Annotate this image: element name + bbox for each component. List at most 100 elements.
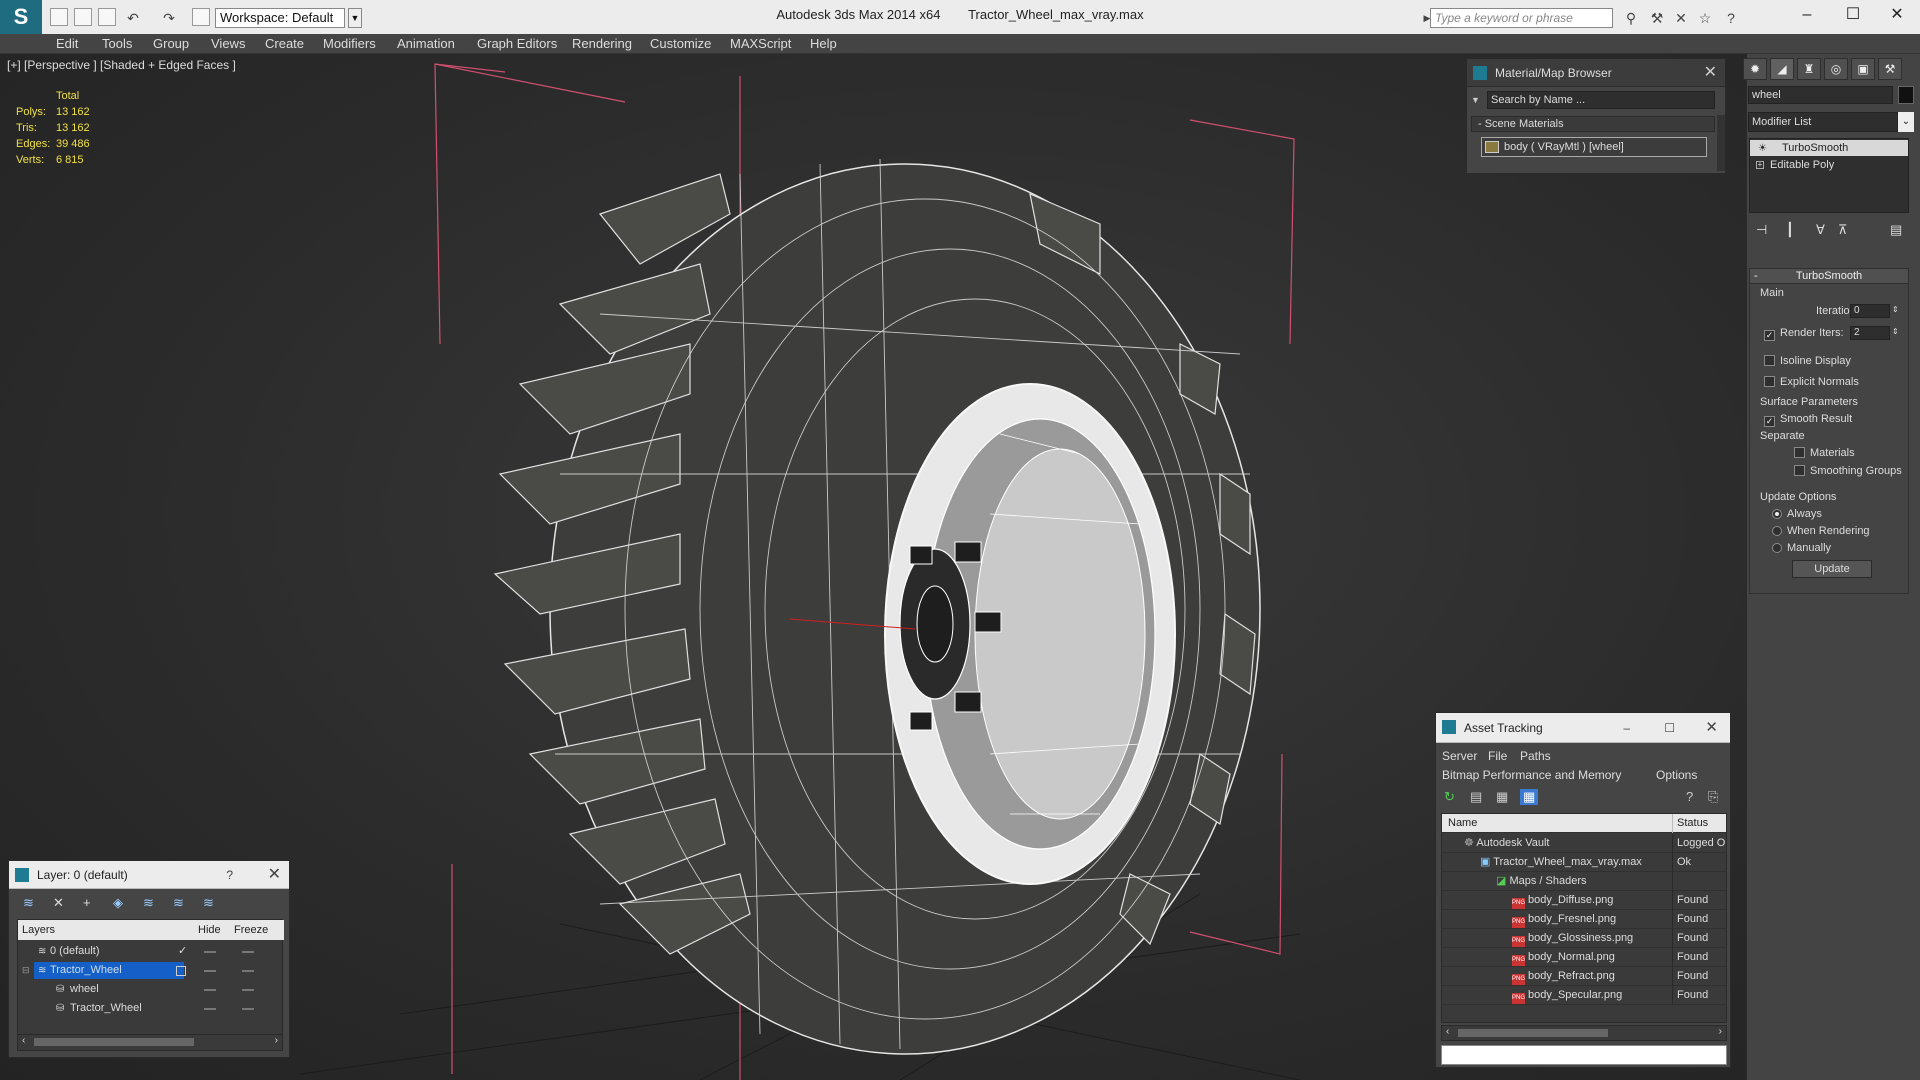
menu-server[interactable]: Server (1442, 749, 1477, 763)
table-row[interactable]: ☸ Autodesk Vault Logged O (1442, 834, 1726, 853)
material-item[interactable]: body ( VRayMtl ) [wheel] (1481, 137, 1707, 157)
asset-path-field[interactable] (1441, 1045, 1727, 1065)
collapse-icon[interactable]: ⊟ (22, 961, 30, 980)
material-search-input[interactable]: Search by Name ... (1487, 91, 1715, 109)
separate-smoothing-row[interactable]: Smoothing Groups (1794, 464, 1902, 478)
render-iters-spinner[interactable]: 2 (1850, 326, 1890, 340)
material-browser-titlebar[interactable]: Material/Map Browser ✕ (1467, 59, 1725, 87)
table-row[interactable]: PNG body_Specular.png Found (1442, 986, 1726, 1005)
separate-materials-row[interactable]: Materials (1794, 446, 1855, 460)
layers-icon[interactable]: ≋ (23, 895, 34, 911)
update-manually-row[interactable]: Manually (1772, 541, 1831, 555)
layer-row[interactable]: ⊟ ≋ Tractor_Wheel (18, 961, 284, 980)
make-unique-icon[interactable]: ∀ (1816, 222, 1825, 238)
search-options-icon[interactable]: ▼ (1471, 91, 1483, 109)
freeze-toggle[interactable] (242, 1008, 254, 1010)
scroll-right-icon[interactable]: › (275, 1035, 278, 1046)
menu-paths[interactable]: Paths (1520, 749, 1551, 763)
help-icon[interactable]: ? (1722, 9, 1740, 27)
column-freeze-header[interactable]: Freeze (234, 920, 268, 940)
scene-materials-section[interactable]: - Scene Materials (1471, 116, 1715, 132)
close-icon[interactable]: ✕ (268, 861, 281, 889)
iterations-spinner[interactable]: 0 (1850, 304, 1890, 318)
scroll-right-icon[interactable]: › (1719, 1026, 1722, 1037)
menu-help[interactable]: Help (810, 34, 837, 54)
modify-tab-icon[interactable]: ◢ (1770, 58, 1794, 80)
menu-animation[interactable]: Animation (397, 34, 455, 54)
save-file-icon[interactable] (98, 8, 116, 26)
horizontal-scrollbar[interactable]: ‹ › (18, 1034, 282, 1050)
scroll-left-icon[interactable]: ‹ (22, 1035, 25, 1046)
layer-row[interactable]: ≋ 0 (default) ✓ (18, 942, 284, 961)
when-rendering-radio[interactable] (1772, 526, 1782, 536)
highlight-layer-icon[interactable]: ≋ (143, 895, 154, 911)
isoline-row[interactable]: Isoline Display (1764, 354, 1851, 368)
isoline-checkbox[interactable] (1764, 355, 1775, 366)
menu-create[interactable]: Create (265, 34, 304, 54)
layer-titlebar[interactable]: Layer: 0 (default) ? ✕ (9, 861, 289, 889)
materials-checkbox[interactable] (1794, 447, 1805, 458)
hide-toggle[interactable] (204, 970, 216, 972)
hide-toggle[interactable] (204, 951, 216, 953)
pin-stack-icon[interactable]: ⊣ (1756, 222, 1767, 238)
viewport-label[interactable]: [+] [Perspective ] [Shaded + Edged Faces… (7, 58, 236, 72)
hierarchy-tab-icon[interactable]: ♜ (1797, 58, 1821, 80)
display-tab-icon[interactable]: ▣ (1851, 58, 1875, 80)
tree-view-icon[interactable]: ▦ (1496, 789, 1508, 805)
utilities-tab-icon[interactable]: ⚒ (1878, 58, 1902, 80)
menu-customize[interactable]: Customize (650, 34, 711, 54)
table-row[interactable]: ◪ Maps / Shaders (1442, 872, 1726, 891)
table-view-icon[interactable]: ▦ (1520, 789, 1539, 805)
scrollbar-thumb[interactable] (34, 1038, 194, 1046)
help-icon[interactable]: ? (226, 861, 233, 889)
motion-tab-icon[interactable]: ◎ (1824, 58, 1848, 80)
menu-views[interactable]: Views (211, 34, 245, 54)
spinner-arrows-icon[interactable]: ⇕ (1892, 325, 1899, 339)
help-icon[interactable]: ? (1686, 789, 1693, 804)
maximize-icon[interactable]: ☐ (1664, 713, 1675, 743)
stack-item-turbosmooth[interactable]: ☀ TurboSmooth (1750, 140, 1908, 156)
explicit-normals-checkbox[interactable] (1764, 376, 1775, 387)
show-end-result-icon[interactable]: ┃ (1786, 222, 1794, 238)
scroll-left-icon[interactable]: ‹ (1446, 1026, 1449, 1037)
freeze-toggle[interactable] (242, 970, 254, 972)
keyword-search-input[interactable]: Type a keyword or phrase (1430, 8, 1613, 28)
table-row[interactable]: PNG body_Fresnel.png Found (1442, 910, 1726, 929)
minimize-icon[interactable]: – (1784, 0, 1830, 30)
communication-icon[interactable]: ✕ (1672, 9, 1690, 27)
maximize-icon[interactable]: ☐ (1830, 0, 1876, 30)
menu-maxscript[interactable]: MAXScript (730, 34, 791, 54)
subscription-icon[interactable]: ⚒ (1648, 9, 1666, 27)
update-button[interactable]: Update (1792, 560, 1872, 578)
object-color-swatch[interactable] (1898, 86, 1914, 104)
column-layers-header[interactable]: Layers (22, 920, 55, 940)
scrollbar[interactable] (1717, 115, 1725, 171)
table-row[interactable]: PNG body_Refract.png Found (1442, 967, 1726, 986)
table-row[interactable]: ▣ Tractor_Wheel_max_vray.max Ok (1442, 853, 1726, 872)
menu-file[interactable]: File (1488, 749, 1507, 763)
spinner-arrows-icon[interactable]: ⇕ (1892, 303, 1899, 317)
expand-plus-icon[interactable]: + (1756, 161, 1764, 169)
favorites-star-icon[interactable]: ☆ (1696, 9, 1714, 27)
hide-toggle[interactable] (204, 1008, 216, 1010)
delete-layer-icon[interactable]: ✕ (53, 895, 64, 911)
hide-all-layers-icon[interactable]: ≋ (173, 895, 184, 911)
scrollbar-thumb[interactable] (1458, 1029, 1608, 1037)
horizontal-scrollbar[interactable]: ‹ › (1441, 1025, 1727, 1041)
remove-modifier-icon[interactable]: ⊼ (1838, 222, 1848, 238)
column-hide-header[interactable]: Hide (198, 920, 221, 940)
binoculars-icon[interactable]: ⚲ (1622, 9, 1640, 27)
add-layer-icon[interactable]: + (83, 895, 91, 910)
table-row[interactable]: PNG body_Normal.png Found (1442, 948, 1726, 967)
freeze-toggle[interactable] (242, 951, 254, 953)
menu-rendering[interactable]: Rendering (572, 34, 632, 54)
undo-icon[interactable]: ↶ (124, 9, 142, 27)
refresh-icon[interactable]: ↻ (1444, 789, 1455, 805)
menu-options[interactable]: Options (1656, 768, 1697, 782)
project-folder-icon[interactable] (192, 8, 210, 26)
always-radio[interactable] (1772, 509, 1782, 519)
layer-row[interactable]: ⛁ wheel (18, 980, 284, 999)
menu-tools[interactable]: Tools (102, 34, 132, 54)
column-name-header[interactable]: Name (1448, 814, 1477, 832)
table-row[interactable]: PNG body_Diffuse.png Found (1442, 891, 1726, 910)
